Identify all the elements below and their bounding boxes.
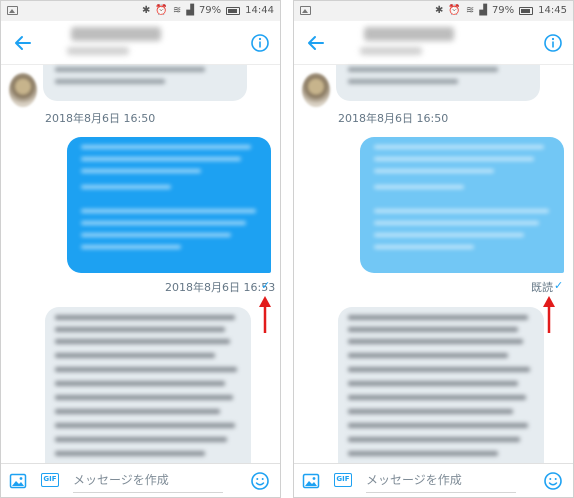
contact-name-redacted [71, 27, 161, 41]
signal-icon: ▟ [479, 5, 487, 16]
message-composer: GIF [1, 463, 280, 497]
message-composer: GIF [294, 463, 573, 497]
message-input[interactable] [366, 467, 516, 493]
gif-icon[interactable]: GIF [41, 473, 59, 487]
avatar[interactable] [9, 73, 37, 107]
status-time: 14:44 [245, 5, 274, 16]
received-message-bubble [45, 307, 251, 467]
emoji-icon[interactable] [543, 471, 563, 491]
status-time: 14:45 [538, 5, 567, 16]
bluetooth-icon: ✱ [435, 5, 444, 16]
contact-name-redacted [364, 27, 454, 41]
check-icon: ✓ [261, 279, 271, 292]
gif-icon[interactable]: GIF [334, 473, 352, 487]
red-arrow-annotation [543, 296, 555, 333]
battery-percent: 79% [491, 5, 515, 16]
avatar[interactable] [302, 73, 330, 107]
message-timestamp: 2018年8月6日 16:50 [45, 112, 156, 125]
conversation-header [1, 21, 280, 65]
sent-message-bubble [67, 137, 271, 273]
alarm-icon: ⏰ [155, 5, 168, 16]
gallery-icon [7, 6, 18, 15]
battery-icon [519, 7, 534, 15]
back-arrow-icon[interactable] [306, 33, 326, 53]
wifi-icon: ≋ [172, 5, 182, 16]
sent-message-bubble [360, 137, 564, 273]
conversation-header [294, 21, 573, 65]
screen-before: ✱ ⏰ ≋ ▟ 79% 14:44 2018年8月6日 16:50 2018年8… [0, 0, 281, 498]
sent-status-text: 2018年8月6日 16:53 [165, 281, 276, 294]
back-arrow-icon[interactable] [13, 33, 33, 53]
wifi-icon: ≋ [465, 5, 475, 16]
signal-icon: ▟ [186, 5, 194, 16]
status-bar: ✱ ⏰ ≋ ▟ 79% 14:45 [294, 1, 573, 21]
bluetooth-icon: ✱ [142, 5, 151, 16]
red-arrow-annotation [259, 296, 271, 333]
contact-handle-redacted [360, 47, 422, 55]
image-icon[interactable] [9, 472, 27, 490]
contact-handle-redacted [67, 47, 129, 55]
image-icon[interactable] [302, 472, 320, 490]
check-icon: ✓ [554, 279, 564, 292]
screen-after: ✱ ⏰ ≋ ▟ 79% 14:45 2018年8月6日 16:50 既読 ✓ G… [293, 0, 574, 498]
info-icon[interactable] [543, 33, 563, 53]
gallery-icon [300, 6, 311, 15]
received-message-bubble [336, 65, 540, 101]
alarm-icon: ⏰ [448, 5, 461, 16]
sent-status-text: 既読 [531, 281, 553, 294]
battery-icon [226, 7, 241, 15]
info-icon[interactable] [250, 33, 270, 53]
message-input[interactable] [73, 467, 223, 493]
status-bar: ✱ ⏰ ≋ ▟ 79% 14:44 [1, 1, 280, 21]
battery-percent: 79% [198, 5, 222, 16]
received-message-bubble [338, 307, 544, 467]
emoji-icon[interactable] [250, 471, 270, 491]
received-message-bubble [43, 65, 247, 101]
message-timestamp: 2018年8月6日 16:50 [338, 112, 449, 125]
